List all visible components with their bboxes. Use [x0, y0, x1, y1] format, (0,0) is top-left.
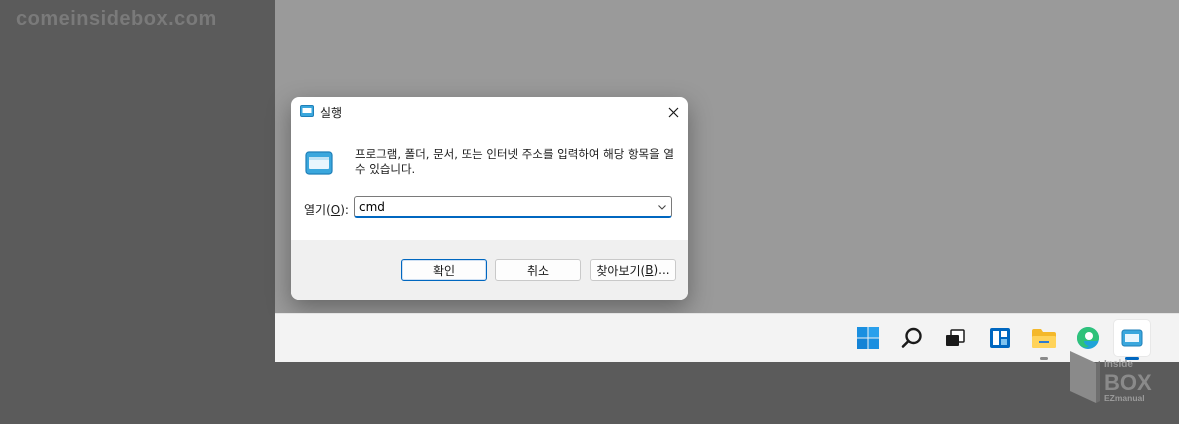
browse-button[interactable]: 찾아보기(B)... [590, 259, 676, 281]
widgets-icon [990, 328, 1010, 348]
browse-label-suffix: )... [653, 263, 670, 277]
watermark-text: comeinsidebox.com [16, 8, 217, 30]
run-large-icon [305, 151, 333, 175]
cancel-button[interactable]: 취소 [495, 259, 581, 281]
open-label-suffix: ): [340, 203, 349, 217]
running-indicator [1040, 357, 1048, 360]
close-button[interactable] [658, 97, 688, 127]
run-app-icon [300, 105, 314, 117]
taskbar-search-button[interactable] [894, 320, 930, 356]
dialog-title: 실행 [320, 106, 343, 120]
logo-line-1: Inside [1104, 359, 1133, 370]
browse-label-prefix: 찾아보기( [596, 263, 646, 278]
task-view-icon [946, 329, 965, 346]
windows-logo-icon [857, 327, 879, 349]
open-label-accesskey: O [330, 203, 341, 217]
open-label-prefix: 열기( [304, 203, 331, 217]
taskbar [275, 313, 1179, 362]
taskbar-widgets-button[interactable] [982, 320, 1018, 356]
close-icon [668, 107, 678, 117]
dialog-description: 프로그램, 폴더, 문서, 또는 인터넷 주소를 입력하여 해당 항목을 열 수… [355, 147, 674, 176]
dialog-footer: 확인 취소 찾아보기(B)... [291, 240, 688, 300]
dialog-titlebar[interactable]: 실행 [291, 97, 688, 127]
taskbar-start-button[interactable] [850, 320, 886, 356]
logo-line-3: EZmanual [1104, 393, 1145, 403]
taskbar-task-view-button[interactable] [937, 320, 973, 356]
taskbar-file-explorer-button[interactable] [1026, 320, 1062, 360]
open-input-value[interactable]: cmd [359, 200, 385, 214]
chevron-down-icon[interactable] [657, 202, 667, 212]
run-dialog: 실행 프로그램, 폴더, 문서, 또는 인터넷 주소를 입력하여 해당 항목을 … [291, 97, 688, 300]
logo-line-2: BOX [1104, 370, 1152, 395]
search-icon [901, 327, 922, 348]
insidebox-logo: Inside BOX EZmanual [1070, 351, 1152, 403]
folder-icon [1032, 329, 1056, 348]
ok-button[interactable]: 확인 [401, 259, 487, 281]
open-combobox[interactable]: cmd [354, 196, 672, 218]
browse-label-accesskey: B [645, 263, 654, 277]
open-label: 열기(O): [304, 201, 349, 218]
